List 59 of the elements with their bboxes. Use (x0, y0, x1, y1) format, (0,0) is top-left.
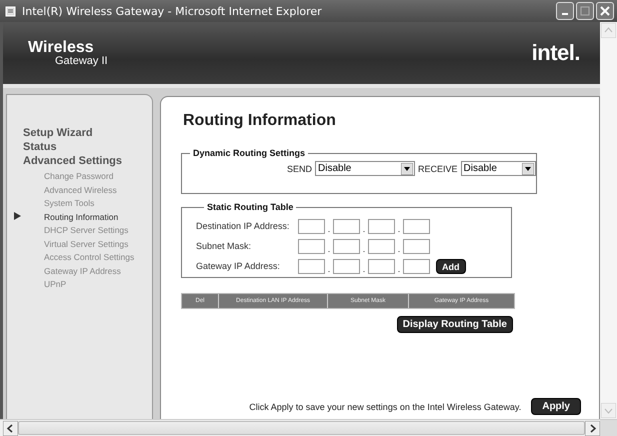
octet-separator: . (362, 266, 366, 274)
octet-field[interactable] (368, 219, 395, 234)
page-icon (5, 5, 17, 17)
send-label: SEND (287, 164, 312, 174)
product-subtitle: Gateway II (54, 56, 108, 66)
octet-field[interactable] (333, 239, 360, 254)
octet-separator: . (396, 266, 402, 274)
display-routing-table-button[interactable]: Display Routing Table (396, 316, 513, 333)
group-legend: Static Routing Table (204, 202, 296, 212)
page-heading: Routing Information (183, 112, 337, 130)
octet-separator: . (326, 226, 332, 234)
scrollbar-corner (600, 420, 617, 436)
apply-button[interactable]: Apply (531, 398, 581, 415)
nav-subitem[interactable]: Routing Information (44, 212, 118, 222)
group-legend: Dynamic Routing Settings (190, 148, 308, 158)
octet-field[interactable] (333, 259, 360, 274)
octet-separator: . (396, 226, 402, 234)
scroll-down-icon (601, 403, 616, 418)
octet-separator: . (396, 246, 402, 254)
add-button[interactable]: Add (436, 259, 466, 274)
octet-separator: . (326, 266, 332, 274)
field-label: Destination IP Address: (196, 220, 290, 233)
minimize-icon (562, 13, 568, 15)
octet-separator: . (326, 246, 332, 254)
field-label: Subnet Mask: (196, 240, 252, 253)
octet-field[interactable] (403, 259, 430, 274)
octet-field[interactable] (298, 259, 325, 274)
window-title: Intel(R) Wireless Gateway - Microsoft Internet Explorer (22, 4, 323, 18)
send-dropdown[interactable]: Disable (315, 161, 416, 176)
octet-field[interactable] (368, 239, 395, 254)
maximize-icon (580, 6, 590, 16)
arrow-icon (14, 212, 21, 220)
dropdown-arrow-icon (522, 162, 534, 174)
product-name: Wireless (28, 40, 95, 56)
octet-field[interactable] (298, 219, 325, 234)
nav-item[interactable]: Setup Wizard (7, 126, 152, 140)
receive-dropdown[interactable]: Disable (460, 161, 536, 176)
octet-field[interactable] (298, 239, 325, 254)
octet-separator: . (362, 226, 366, 234)
octet-field[interactable] (368, 259, 395, 274)
nav-item[interactable]: Status (7, 140, 152, 154)
octet-field[interactable] (403, 239, 430, 254)
close-icon (600, 6, 610, 16)
nav-item[interactable]: Advanced Settings (7, 154, 152, 168)
scroll-thumb[interactable] (18, 421, 585, 435)
receive-label: RECEIVE (418, 164, 458, 174)
apply-note: Click Apply to save your new settings on the Intel Wireless Gateway. (249, 402, 522, 412)
scroll-left-icon (3, 420, 18, 436)
dropdown-arrow-icon (401, 162, 414, 174)
field-label: Gateway IP Address: (196, 260, 281, 273)
octet-field[interactable] (333, 219, 360, 234)
octet-separator: . (362, 246, 366, 254)
close-button[interactable] (596, 2, 614, 20)
scroll-right-icon (585, 420, 600, 436)
brand-logo: intel. (532, 40, 580, 66)
minimize-button[interactable] (556, 2, 574, 20)
vertical-scrollbar[interactable] (600, 22, 617, 419)
octet-field[interactable] (403, 219, 430, 234)
maximize-button[interactable] (576, 2, 594, 20)
